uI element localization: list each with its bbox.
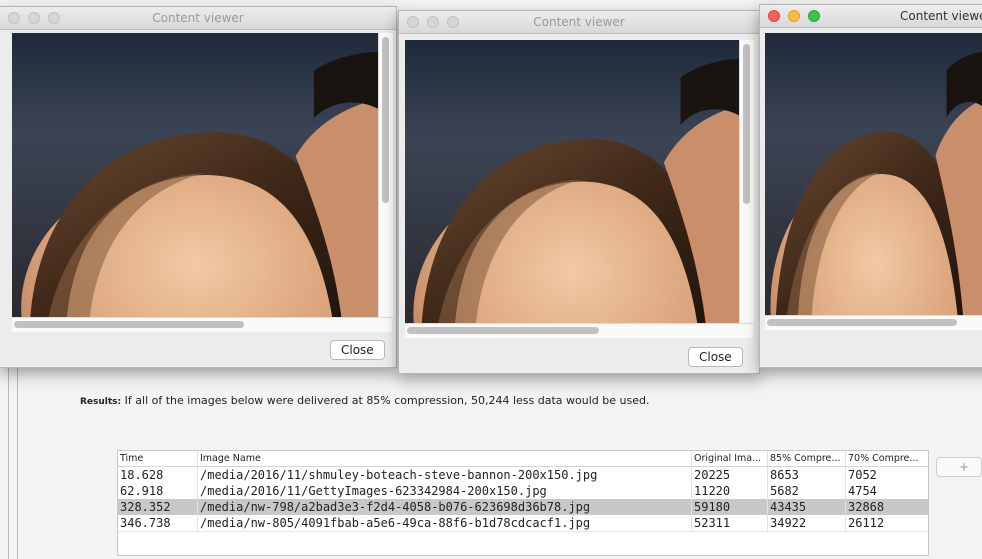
content-viewer-window-2[interactable]: Content viewer Close bbox=[398, 10, 760, 374]
cell-image-name: /media/nw-798/a2bad3e3-f2d4-4058-b076-62… bbox=[198, 499, 692, 515]
zoom-window-icon[interactable] bbox=[48, 12, 60, 24]
window-titlebar[interactable]: Content viewer bbox=[0, 7, 396, 30]
table-row[interactable]: 346.738 /media/nw-805/4091fbab-a5e6-49ca… bbox=[118, 515, 928, 531]
minimize-window-icon[interactable] bbox=[28, 12, 40, 24]
cell-70: 7052 bbox=[848, 468, 877, 482]
cell-70: 4754 bbox=[848, 484, 877, 498]
cell-85: 8653 bbox=[768, 467, 846, 483]
close-button[interactable]: Close bbox=[688, 347, 743, 367]
window-titlebar[interactable]: Content viewer bbox=[760, 5, 982, 28]
window-controls bbox=[768, 10, 820, 22]
zoom-window-icon[interactable] bbox=[808, 10, 820, 22]
horizontal-scrollbar[interactable] bbox=[12, 317, 392, 332]
cell-original: 11220 bbox=[692, 483, 768, 499]
column-header-image-name[interactable]: Image Name bbox=[198, 451, 692, 466]
cell-image-name: /media/nw-805/4091fbab-a5e6-49ca-88f6-b1… bbox=[198, 515, 692, 531]
vertical-scroll-thumb[interactable] bbox=[743, 44, 750, 204]
pane-divider bbox=[8, 360, 9, 559]
minimize-window-icon[interactable] bbox=[427, 16, 439, 28]
cell-85: 34922 bbox=[768, 515, 846, 531]
image-preview bbox=[765, 33, 982, 315]
vertical-scrollbar[interactable] bbox=[739, 40, 754, 323]
cell-70: 26112 bbox=[848, 516, 885, 530]
column-header-85[interactable]: 85% Compre... bbox=[768, 451, 846, 466]
minimize-window-icon[interactable] bbox=[788, 10, 800, 22]
table-row[interactable]: 62.918 /media/2016/11/GettyImages-623342… bbox=[118, 483, 928, 499]
cell-original: 20225 bbox=[692, 467, 768, 483]
table-row[interactable]: 18.628 /media/2016/11/shmuley-boteach-st… bbox=[118, 467, 928, 483]
cell-image-name: /media/2016/11/GettyImages-623342984-200… bbox=[198, 483, 692, 499]
cell-85: 43435 bbox=[768, 499, 846, 515]
cell-time: 62.918 bbox=[118, 483, 198, 499]
vertical-scroll-thumb[interactable] bbox=[382, 37, 389, 203]
image-viewport bbox=[765, 33, 982, 315]
results-label: Results: bbox=[80, 397, 122, 407]
close-button[interactable]: Close bbox=[330, 340, 385, 360]
window-controls bbox=[8, 12, 60, 24]
horizontal-scroll-thumb[interactable] bbox=[407, 327, 599, 334]
content-viewer-window-3[interactable]: Content viewer bbox=[759, 4, 982, 368]
image-viewport bbox=[405, 40, 739, 323]
column-header-time[interactable]: Time bbox=[118, 451, 198, 466]
image-preview bbox=[405, 40, 739, 323]
cell-time: 18.628 bbox=[118, 467, 198, 483]
image-viewport bbox=[12, 33, 378, 317]
close-window-icon[interactable] bbox=[407, 16, 419, 28]
cell-original: 52311 bbox=[692, 515, 768, 531]
cell-time: 328.352 bbox=[118, 499, 198, 515]
close-window-icon[interactable] bbox=[768, 10, 780, 22]
cell-85: 5682 bbox=[768, 483, 846, 499]
column-header-70[interactable]: 70% Compre... bbox=[846, 451, 926, 466]
table-row-selected[interactable]: 328.352 /media/nw-798/a2bad3e3-f2d4-4058… bbox=[118, 499, 928, 515]
zoom-window-icon[interactable] bbox=[447, 16, 459, 28]
cell-image-name: /media/2016/11/shmuley-boteach-steve-ban… bbox=[198, 467, 692, 483]
cell-original: 59180 bbox=[692, 499, 768, 515]
pane-divider bbox=[17, 360, 18, 559]
close-window-icon[interactable] bbox=[8, 12, 20, 24]
window-title: Content viewer bbox=[900, 9, 982, 23]
horizontal-scrollbar[interactable] bbox=[405, 323, 753, 338]
results-text: If all of the images below were delivere… bbox=[124, 394, 650, 407]
window-controls bbox=[407, 16, 459, 28]
add-button[interactable]: + bbox=[936, 457, 982, 477]
results-table: Time Image Name Original Ima... 85% Comp… bbox=[117, 450, 929, 556]
column-header-original[interactable]: Original Ima... bbox=[692, 451, 768, 466]
window-title: Content viewer bbox=[533, 15, 625, 29]
window-titlebar[interactable]: Content viewer bbox=[399, 11, 759, 34]
results-summary: Results: If all of the images below were… bbox=[80, 394, 649, 407]
horizontal-scroll-thumb[interactable] bbox=[767, 319, 957, 326]
horizontal-scrollbar[interactable] bbox=[765, 315, 982, 330]
window-title: Content viewer bbox=[152, 11, 244, 25]
image-preview bbox=[12, 33, 378, 317]
cell-time: 346.738 bbox=[118, 515, 198, 531]
vertical-scrollbar[interactable] bbox=[378, 33, 393, 317]
horizontal-scroll-thumb[interactable] bbox=[14, 321, 244, 328]
cell-70: 32868 bbox=[848, 500, 885, 514]
table-header: Time Image Name Original Ima... 85% Comp… bbox=[118, 451, 928, 467]
content-viewer-window-1[interactable]: Content viewer Close bbox=[0, 6, 397, 368]
table-empty-area bbox=[118, 531, 928, 555]
